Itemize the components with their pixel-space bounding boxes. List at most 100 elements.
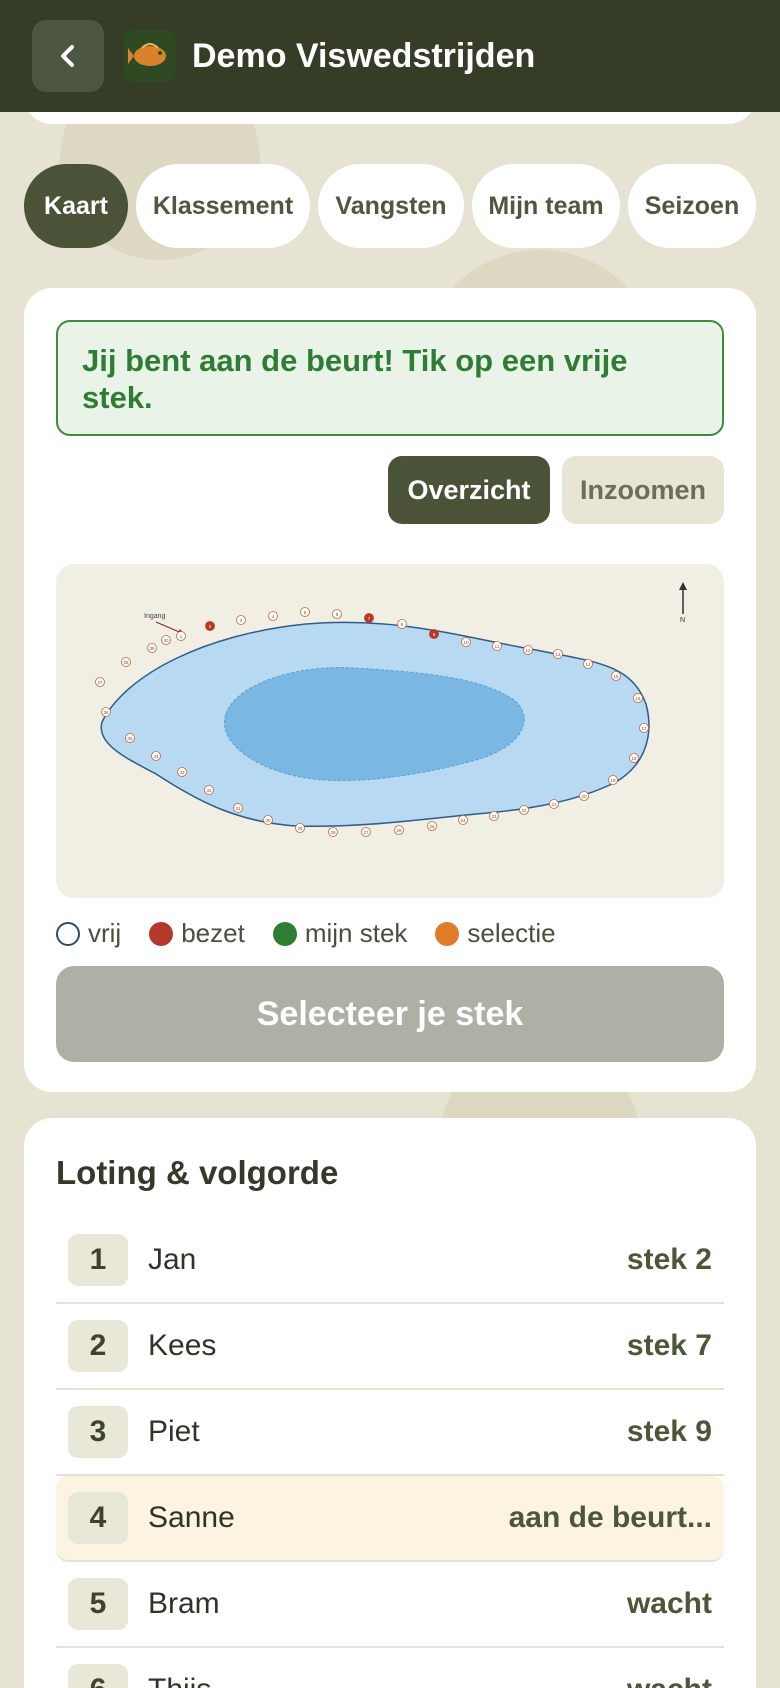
legend-mine-label: mijn stek — [304, 918, 408, 948]
spot-label: 22 — [521, 808, 527, 813]
spot-14[interactable]: 14 — [583, 659, 593, 669]
tab-seizoen[interactable]: Seizoen — [628, 164, 756, 248]
spot-label: 13 — [555, 652, 561, 657]
spot-label: 36 — [103, 710, 109, 715]
spot-39[interactable]: 39 — [147, 643, 157, 653]
spot-22[interactable]: 22 — [519, 805, 529, 815]
participant-status: stek 2 — [626, 1243, 712, 1276]
spot-10[interactable]: 10 — [461, 637, 471, 647]
spot-label: 29 — [297, 826, 303, 831]
spot-32[interactable]: 32 — [204, 785, 214, 795]
spot-26[interactable]: 26 — [394, 825, 404, 835]
mine-dot-icon — [272, 921, 297, 946]
spot-label: 12 — [525, 648, 531, 653]
spot-17[interactable]: 17 — [639, 723, 649, 733]
rank-badge: 4 — [68, 1492, 128, 1544]
spot-label: 33 — [179, 770, 185, 775]
legend-free-label: vrij — [88, 918, 122, 948]
spot-28[interactable]: 28 — [328, 827, 338, 837]
spot-9[interactable]: 9 — [429, 629, 439, 639]
tab-klassement[interactable]: Klassement — [136, 164, 310, 248]
rank-badge: 6 — [68, 1664, 128, 1688]
spot-5[interactable]: 5 — [300, 607, 310, 617]
spot-31[interactable]: 31 — [233, 803, 243, 813]
spot-1[interactable]: 1 — [176, 631, 186, 641]
list-item: 2 Kees stek 7 — [56, 1304, 724, 1390]
spot-label: 17 — [641, 726, 647, 731]
spot-16[interactable]: 16 — [633, 693, 643, 703]
participant-name: Bram — [148, 1587, 220, 1620]
participant-status: wacht — [627, 1673, 712, 1688]
rank-badge: 3 — [68, 1406, 128, 1458]
draw-list: 1 Jan stek 2 2 Kees stek 7 3 Piet stek 9… — [56, 1218, 724, 1688]
spot-label: 32 — [206, 788, 212, 793]
rank-badge: 5 — [68, 1578, 128, 1630]
list-item: 6 Thijs wacht — [56, 1648, 724, 1688]
spot-34[interactable]: 34 — [151, 751, 161, 761]
zoom-button[interactable]: Inzoomen — [562, 456, 724, 524]
spot-40[interactable]: 40 — [161, 635, 171, 645]
spot-label: 28 — [330, 830, 336, 835]
participant-status: stek 7 — [626, 1329, 712, 1362]
participant-name: Kees — [148, 1329, 217, 1362]
tab-mijn-team[interactable]: Mijn team — [472, 164, 620, 248]
spot-label: 21 — [551, 802, 557, 807]
spot-30[interactable]: 30 — [263, 815, 273, 825]
north-label: N — [680, 617, 685, 624]
spot-25[interactable]: 25 — [427, 821, 437, 831]
spot-12[interactable]: 12 — [523, 645, 533, 655]
participant-status: wacht — [626, 1587, 712, 1620]
spot-37[interactable]: 37 — [95, 677, 105, 687]
spot-7[interactable]: 7 — [364, 613, 374, 623]
back-button[interactable] — [32, 20, 104, 92]
spot-8[interactable]: 8 — [397, 619, 407, 629]
list-item: 5 Bram wacht — [56, 1562, 724, 1648]
spot-3[interactable]: 3 — [236, 615, 246, 625]
entrance-label: Ingang — [144, 613, 166, 620]
spot-35[interactable]: 35 — [125, 733, 135, 743]
spot-4[interactable]: 4 — [268, 611, 278, 621]
spot-2[interactable]: 2 — [205, 621, 215, 631]
legend-selection: selectie — [435, 918, 556, 949]
north-arrow: N — [679, 582, 687, 624]
spot-38[interactable]: 38 — [121, 657, 131, 667]
spot-label: 10 — [463, 640, 469, 645]
spot-29[interactable]: 29 — [295, 823, 305, 833]
spot-27[interactable]: 27 — [361, 827, 371, 837]
spot-33[interactable]: 33 — [177, 767, 187, 777]
list-item: 1 Jan stek 2 — [56, 1218, 724, 1304]
app-logo — [124, 30, 176, 82]
lake-map[interactable]: Ingang N 1 2 3 4 5 6 7 8 9 10 11 12 13 14 15 16 17 18 19 20… — [56, 564, 724, 898]
spot-13[interactable]: 13 — [553, 649, 563, 659]
legend-selection-label: selectie — [467, 918, 556, 948]
select-spot-button[interactable]: Selecteer je stek — [56, 966, 724, 1062]
spot-24[interactable]: 24 — [458, 815, 468, 825]
spot-label: 39 — [149, 646, 155, 651]
spot-label: 27 — [363, 830, 369, 835]
legend-mine: mijn stek — [272, 918, 408, 949]
spot-11[interactable]: 11 — [492, 641, 502, 651]
spot-label: 23 — [491, 814, 497, 819]
spot-21[interactable]: 21 — [549, 799, 559, 809]
spot-label: 11 — [495, 644, 500, 649]
participant-name: Thijs — [148, 1673, 627, 1688]
spot-label: 35 — [127, 736, 133, 741]
tab-kaart[interactable]: Kaart — [24, 164, 128, 248]
list-item: 3 Piet stek 9 — [56, 1390, 724, 1476]
tab-vangsten[interactable]: Vangsten — [318, 164, 464, 248]
spot-label: 14 — [585, 662, 591, 667]
spot-label: 18 — [631, 756, 637, 761]
lake-map-svg[interactable]: Ingang N 12345 67891011121314151617181920… — [56, 564, 724, 898]
spot-23[interactable]: 23 — [489, 811, 499, 821]
spot-6[interactable]: 6 — [332, 609, 342, 619]
spot-20[interactable]: 20 — [579, 791, 589, 801]
free-dot-icon — [56, 921, 80, 946]
participant-name: Sanne — [148, 1501, 235, 1534]
spot-15[interactable]: 15 — [611, 671, 621, 681]
spot-19[interactable]: 19 — [608, 775, 618, 785]
fish-icon — [128, 43, 166, 66]
legend-occupied-label: bezet — [181, 918, 245, 948]
spot-36[interactable]: 36 — [101, 707, 111, 717]
spot-18[interactable]: 18 — [629, 753, 639, 763]
overview-button[interactable]: Overzicht — [388, 456, 550, 524]
